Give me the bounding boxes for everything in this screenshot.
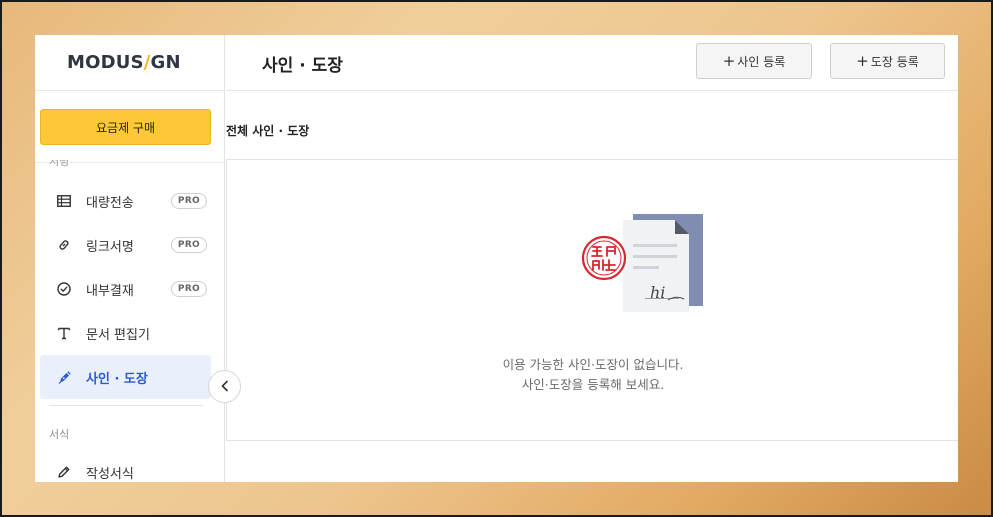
sidebar: MODUS/GN 요금제 구매 서명 대량전송 PRO 링크서명 PRO 내부결… bbox=[35, 35, 225, 482]
sign-seal-illustration bbox=[581, 214, 703, 312]
app-window: MODUS/GN 요금제 구매 서명 대량전송 PRO 링크서명 PRO 내부결… bbox=[35, 35, 958, 482]
sidebar-item-create-form[interactable]: 작성서식 bbox=[40, 450, 211, 482]
svg-text:hi: hi bbox=[650, 283, 665, 302]
pro-badge: PRO bbox=[170, 281, 207, 297]
pro-badge: PRO bbox=[170, 193, 207, 209]
add-seal-button[interactable]: + 도장 등록 bbox=[830, 43, 945, 79]
sidebar-item-document-editor[interactable]: 문서 편집기 bbox=[40, 311, 211, 355]
empty-message-line1: 이용 가능한 사인·도장이 없습니다. bbox=[502, 357, 684, 372]
buy-plan-button[interactable]: 요금제 구매 bbox=[40, 109, 211, 145]
empty-state-panel: hi 이용 가능한 사인·도장이 없습니다. 사인·도장을 등록해 보세요. bbox=[226, 159, 958, 441]
pen-icon bbox=[56, 369, 72, 385]
sidebar-nav: 대량전송 PRO 링크서명 PRO 내부결재 PRO 문서 편집기 사인 · 도… bbox=[35, 179, 224, 482]
signature-scribble: hi bbox=[650, 283, 685, 302]
section-label-signature: 서명 bbox=[49, 160, 70, 168]
page-header: 사인 · 도장 + 사인 등록 + 도장 등록 bbox=[226, 35, 958, 91]
sidebar-item-sign-seal[interactable]: 사인 · 도장 bbox=[40, 355, 211, 399]
sidebar-item-label: 내부결재 bbox=[86, 283, 134, 299]
sidebar-item-link-sign[interactable]: 링크서명 PRO bbox=[40, 223, 211, 267]
text-t-icon bbox=[56, 325, 72, 341]
page-title: 사인 · 도장 bbox=[262, 56, 343, 76]
pro-badge: PRO bbox=[170, 237, 207, 253]
sidebar-divider bbox=[49, 405, 203, 406]
table-icon bbox=[56, 193, 72, 209]
sidebar-nav-forms: 작성서식 bbox=[35, 450, 224, 482]
add-signature-button[interactable]: + 사인 등록 bbox=[696, 43, 812, 79]
plan-area: 요금제 구매 bbox=[35, 91, 224, 163]
plus-icon: + bbox=[722, 52, 736, 70]
add-signature-label: 사인 등록 bbox=[737, 54, 786, 69]
check-circle-icon bbox=[56, 281, 72, 297]
section-label-forms: 서식 bbox=[49, 428, 70, 441]
sidebar-item-label: 대량전송 bbox=[86, 195, 134, 211]
link-icon bbox=[56, 237, 72, 253]
logo[interactable]: MODUS/GN bbox=[67, 52, 181, 73]
sidebar-item-bulk-send[interactable]: 대량전송 PRO bbox=[40, 179, 211, 223]
sidebar-item-label: 작성서식 bbox=[86, 466, 134, 482]
empty-message-line2: 사인·도장을 등록해 보세요. bbox=[521, 377, 665, 392]
sidebar-item-label: 사인 · 도장 bbox=[86, 371, 148, 387]
plus-icon: + bbox=[856, 52, 869, 70]
section-title: 전체 사인 · 도장 bbox=[226, 124, 310, 138]
sidebar-collapse-button[interactable] bbox=[208, 370, 241, 403]
sidebar-item-label: 링크서명 bbox=[86, 239, 134, 255]
sidebar-item-label: 문서 편집기 bbox=[86, 327, 150, 343]
pencil-icon bbox=[56, 464, 72, 480]
sidebar-item-internal-approval[interactable]: 내부결재 PRO bbox=[40, 267, 211, 311]
add-seal-label: 도장 등록 bbox=[870, 54, 919, 69]
logo-area: MODUS/GN bbox=[35, 35, 224, 91]
chevron-left-icon bbox=[220, 377, 230, 396]
